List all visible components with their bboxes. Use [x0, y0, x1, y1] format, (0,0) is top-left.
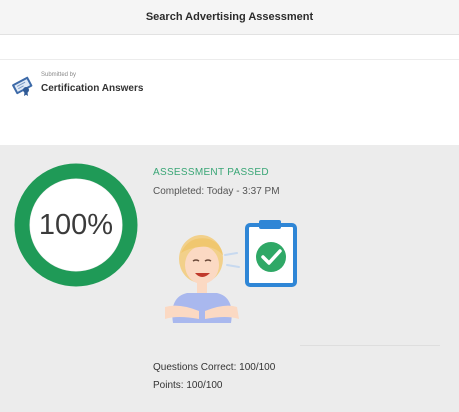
spacer [0, 35, 459, 59]
score-percent: 100% [38, 208, 114, 241]
person-figure [165, 235, 239, 323]
page-title: Search Advertising Assessment [145, 11, 314, 23]
submitted-by-card: Submitted by Certification Answers [0, 59, 459, 111]
points-score: Points: 100/100 [153, 380, 223, 391]
spacer [0, 110, 459, 145]
assessment-result-panel: 100% ASSESSMENT PASSED Completed: Today … [0, 145, 459, 412]
divider [300, 345, 440, 346]
assessment-status: ASSESSMENT PASSED [153, 167, 269, 178]
submitter-name: Certification Answers [41, 83, 144, 94]
completed-time: Completed: Today - 3:37 PM [153, 186, 280, 197]
certificate-icon [12, 76, 33, 96]
celebration-illustration [165, 220, 297, 323]
app-header: Search Advertising Assessment [0, 0, 459, 35]
submitted-by-label: Submitted by [41, 72, 77, 78]
clipboard-check-icon [245, 220, 297, 287]
questions-correct: Questions Correct: 100/100 [153, 362, 276, 373]
